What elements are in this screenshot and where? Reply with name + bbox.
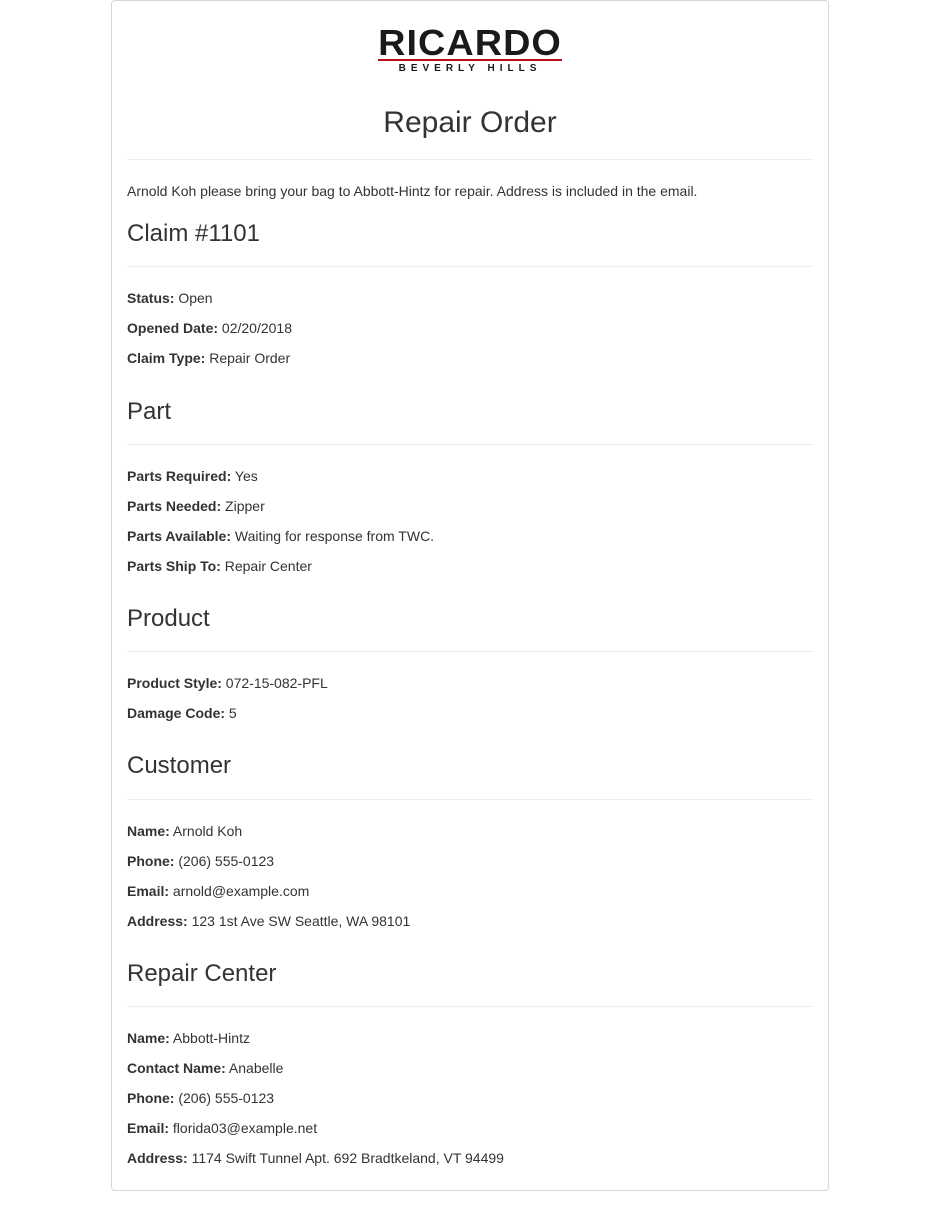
logo-underline bbox=[378, 59, 562, 61]
product-heading: Product bbox=[127, 605, 210, 632]
customer-phone: Phone: (206) 555-0123 bbox=[127, 852, 813, 870]
field-value: Repair Order bbox=[209, 350, 291, 366]
field-label: Opened Date: bbox=[127, 320, 219, 336]
field-value: Anabelle bbox=[228, 1060, 284, 1076]
logo-wordmark: RICARDO bbox=[378, 22, 562, 63]
repair-center-contact: Contact Name: Anabelle bbox=[127, 1059, 813, 1077]
field-value: Arnold Koh bbox=[172, 823, 243, 839]
field-value: arnold@example.com bbox=[172, 883, 310, 899]
field-label: Product Style: bbox=[127, 675, 222, 691]
field-value: (206) 555-0123 bbox=[178, 853, 275, 869]
customer-email: Email: arnold@example.com bbox=[127, 882, 813, 900]
customer-name: Name: Arnold Koh bbox=[127, 822, 813, 840]
field-value: 5 bbox=[228, 705, 237, 721]
field-label: Address: bbox=[127, 913, 188, 929]
repair-center-phone: Phone: (206) 555-0123 bbox=[127, 1089, 813, 1107]
field-value: 02/20/2018 bbox=[221, 320, 292, 336]
field-label: Claim Type: bbox=[127, 350, 206, 366]
field-label: Phone: bbox=[127, 1090, 175, 1106]
field-label: Parts Required: bbox=[127, 468, 232, 484]
repair-center-divider bbox=[127, 1006, 813, 1007]
parts-ship-to: Parts Ship To: Repair Center bbox=[127, 557, 813, 575]
field-label: Damage Code: bbox=[127, 705, 226, 721]
field-label: Phone: bbox=[127, 853, 175, 869]
field-label: Parts Needed: bbox=[127, 498, 222, 514]
repair-center-address: Address: 1174 Swift Tunnel Apt. 692 Brad… bbox=[127, 1149, 813, 1167]
field-label: Email: bbox=[127, 1120, 170, 1136]
parts-available: Parts Available: Waiting for response fr… bbox=[127, 527, 813, 545]
part-heading: Part bbox=[127, 398, 172, 425]
field-value: 072-15-082-PFL bbox=[225, 675, 328, 691]
field-value: Yes bbox=[234, 468, 258, 484]
repair-center-email: Email: florida03@example.net bbox=[127, 1119, 813, 1137]
part-divider bbox=[127, 444, 813, 445]
brand-logo: RICARDO BEVERLY HILLS bbox=[127, 25, 813, 77]
field-label: Parts Available: bbox=[127, 528, 232, 544]
logo-tagline: BEVERLY HILLS bbox=[398, 63, 542, 74]
customer-divider bbox=[127, 799, 813, 800]
field-value: 1174 Swift Tunnel Apt. 692 Bradtkeland, … bbox=[191, 1150, 504, 1166]
field-value: Repair Center bbox=[224, 558, 312, 574]
parts-needed: Parts Needed: Zipper bbox=[127, 497, 813, 515]
title-divider bbox=[127, 159, 813, 160]
page-title: Repair Order bbox=[383, 106, 557, 139]
intro-message: Arnold Koh please bring your bag to Abbo… bbox=[127, 183, 698, 199]
logo-mark: RICARDO BEVERLY HILLS bbox=[354, 25, 586, 77]
customer-address: Address: 123 1st Ave SW Seattle, WA 9810… bbox=[127, 912, 813, 930]
claim-type: Claim Type: Repair Order bbox=[127, 349, 813, 367]
field-value: 123 1st Ave SW Seattle, WA 98101 bbox=[191, 913, 411, 929]
repair-order-card: RICARDO BEVERLY HILLS Repair Order Arnol… bbox=[111, 0, 829, 1191]
repair-center-name: Name: Abbott-Hintz bbox=[127, 1029, 813, 1047]
field-value: Abbott-Hintz bbox=[172, 1030, 250, 1046]
parts-required: Parts Required: Yes bbox=[127, 467, 813, 485]
field-label: Name: bbox=[127, 1030, 170, 1046]
customer-heading: Customer bbox=[127, 752, 232, 779]
field-value: florida03@example.net bbox=[172, 1120, 318, 1136]
field-label: Status: bbox=[127, 290, 175, 306]
field-value: (206) 555-0123 bbox=[178, 1090, 275, 1106]
claim-opened-date: Opened Date: 02/20/2018 bbox=[127, 319, 813, 337]
product-style: Product Style: 072-15-082-PFL bbox=[127, 674, 813, 692]
field-label: Contact Name: bbox=[127, 1060, 226, 1076]
field-value: Waiting for response from TWC. bbox=[234, 528, 435, 544]
field-label: Name: bbox=[127, 823, 170, 839]
field-label: Address: bbox=[127, 1150, 188, 1166]
product-divider bbox=[127, 651, 813, 652]
claim-status: Status: Open bbox=[127, 289, 813, 307]
field-value: Zipper bbox=[225, 498, 265, 514]
claim-heading: Claim #1101 bbox=[127, 220, 260, 247]
claim-divider bbox=[127, 266, 813, 267]
repair-center-heading: Repair Center bbox=[127, 960, 277, 987]
field-label: Parts Ship To: bbox=[127, 558, 221, 574]
field-label: Email: bbox=[127, 883, 170, 899]
field-value: Open bbox=[178, 290, 213, 306]
damage-code: Damage Code: 5 bbox=[127, 704, 813, 722]
